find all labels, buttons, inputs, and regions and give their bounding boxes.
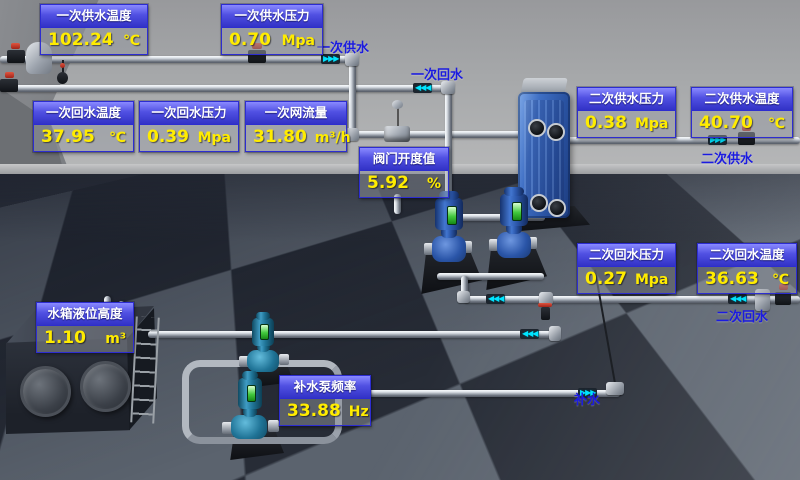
- gauge-value: 0.27: [585, 269, 627, 289]
- gauge-secondary-return-temp: 二次回水温度 36.63 ℃: [697, 243, 797, 294]
- elbow-to-return: [457, 291, 470, 303]
- drain-valve-body: [541, 307, 550, 320]
- gauge-title: 一次供水温度: [41, 5, 147, 28]
- gauge-title: 一次回水压力: [140, 102, 238, 125]
- flow-arrow-primary-return: ◀◀◀: [413, 83, 432, 93]
- makeup-pump1-volute: [247, 350, 279, 372]
- makeup-pump2-run-indicator: [247, 385, 256, 402]
- circulation-pump1-volute: [432, 236, 466, 262]
- gauge-unit: m³: [97, 331, 126, 347]
- gauge-unit: ℃: [764, 272, 789, 288]
- pipe-primary-supply: [0, 56, 356, 63]
- gauge-primary-return-temp: 一次回水温度 37.95 ℃: [33, 101, 134, 152]
- gauge-value: 33.88: [287, 401, 341, 421]
- gauge-secondary-supply-pressure: 二次供水压力 0.38Mpa: [577, 87, 676, 138]
- tank-manhole-left: [20, 366, 71, 417]
- gauge-primary-supply-pressure: 一次供水压力 0.70Mpa: [221, 4, 323, 55]
- gauge-unit: ℃: [115, 33, 140, 49]
- gauge-primary-supply-temp: 一次供水温度 102.24℃: [40, 4, 148, 55]
- gauge-title: 一次供水压力: [222, 5, 322, 28]
- gauge-value: 102.24: [48, 30, 114, 50]
- circulation-pump1-run-indicator: [447, 206, 457, 225]
- gauge-unit: ℃: [760, 116, 785, 132]
- makeup-pump2-cap: [242, 371, 258, 380]
- gauge-unit: Hz: [341, 404, 369, 420]
- gauge-title: 一次网流量: [246, 102, 346, 125]
- gauge-unit: ℃: [101, 130, 126, 146]
- hx-port-top-right: [547, 123, 565, 141]
- cap-tank-outlet: [549, 326, 561, 341]
- gauge-title: 二次回水压力: [578, 244, 675, 267]
- gauge-secondary-return-pressure: 二次回水压力 0.27Mpa: [577, 243, 676, 294]
- hx-port-top-left: [528, 119, 546, 137]
- gauge-primary-return-pressure: 一次回水压力 0.39Mpa: [139, 101, 239, 152]
- gauge-title: 阀门开度值: [360, 148, 448, 171]
- gauge-unit: Mpa: [190, 130, 231, 146]
- valve-supply-left: [7, 50, 25, 63]
- circulation-pump2-cap: [504, 187, 524, 196]
- gauge-title: 水箱液位高度: [37, 303, 133, 326]
- gauge-title: 二次回水温度: [698, 244, 796, 267]
- control-valve-stem: [397, 108, 399, 128]
- tank-manhole-right: [80, 361, 131, 412]
- gauge-unit: Mpa: [627, 116, 668, 132]
- gauge-value: 1.10: [44, 328, 86, 348]
- makeup-pump2-flange-right: [268, 420, 279, 432]
- gauge-secondary-supply-temp: 二次供水温度 40.70 ℃: [691, 87, 793, 138]
- control-valve-actuator: [392, 100, 403, 109]
- pipe-label-primary-return: 一次回水: [411, 64, 463, 83]
- gauge-tank-level: 水箱液位高度 1.10 m³: [36, 302, 134, 353]
- gauge-valve-opening: 阀门开度值 5.92%: [359, 147, 449, 198]
- gauge-value: 36.63: [705, 269, 759, 289]
- pipe-primary-return: [0, 85, 452, 92]
- gauge-value: 0.38: [585, 113, 627, 133]
- valve-supply-left-handle: [11, 43, 20, 49]
- circulation-pump2-volute: [497, 232, 531, 258]
- circulation-pump2-run-indicator: [512, 202, 522, 221]
- pipe-secondary-return: [464, 296, 800, 303]
- elbow-makeup-riser: [606, 382, 624, 395]
- gauge-value: 5.92: [367, 173, 409, 193]
- pipe-label-secondary-return: 二次回水: [716, 306, 768, 325]
- gauge-value: 0.39: [147, 127, 189, 147]
- hx-port-bottom-right: [548, 199, 566, 217]
- gauge-title: 二次供水压力: [578, 88, 675, 111]
- hx-port-bottom-left: [530, 194, 548, 212]
- gauge-unit: %: [419, 176, 441, 192]
- gauge-makeup-pump-frequency: 补水泵频率 33.88Hz: [279, 375, 371, 426]
- gauge-title: 一次回水温度: [34, 102, 133, 125]
- gauge-value: 40.70: [699, 113, 753, 133]
- makeup-pump2-volute: [231, 415, 267, 439]
- gauge-unit: Mpa: [274, 33, 315, 49]
- instrument-red-dot: [60, 63, 65, 68]
- hmi-heat-station-screen: ▶▶▶ ◀◀◀ ▶▶▶ ◀◀◀ ◀◀◀ ◀◀◀ ▶▶▶: [0, 0, 800, 480]
- pipe-pump-discharge-manifold: [437, 273, 544, 280]
- gauge-title: 二次供水温度: [692, 88, 792, 111]
- pipe-label-makeup-water: 补水: [574, 389, 600, 408]
- valve-return-left-handle: [5, 72, 14, 78]
- pipe-valve-run: [350, 131, 535, 138]
- control-valve-body: [384, 126, 410, 142]
- valve-return-left: [0, 79, 18, 92]
- gauge-value: 37.95: [41, 127, 95, 147]
- makeup-pump1-run-indicator: [260, 324, 269, 340]
- flow-arrow-secondary-return-2: ◀◀◀: [728, 294, 747, 304]
- pipe-tank-outlet: [148, 331, 558, 338]
- gauge-unit: m³/h: [307, 130, 351, 146]
- pressure-instrument: [57, 72, 68, 84]
- pipe-label-primary-supply: 一次供水: [317, 37, 369, 56]
- gauge-value: 31.80: [253, 127, 307, 147]
- gauge-unit: Mpa: [627, 272, 668, 288]
- flow-arrow-tank-outlet: ◀◀◀: [520, 329, 539, 339]
- heat-exchanger-plates: [524, 100, 564, 210]
- makeup-pump1-cap: [256, 312, 270, 320]
- pipe-secondary-supply: [560, 137, 800, 144]
- gauge-primary-flow: 一次网流量 31.80m³/h: [245, 101, 347, 152]
- pipe-primary-supply-drop: [349, 58, 356, 136]
- makeup-pump1-flange-right: [279, 354, 289, 365]
- pipe-label-secondary-supply: 二次供水: [701, 148, 753, 167]
- flow-arrow-secondary-return: ◀◀◀: [486, 294, 505, 304]
- gauge-value: 0.70: [229, 30, 271, 50]
- gauge-title: 补水泵频率: [280, 376, 370, 399]
